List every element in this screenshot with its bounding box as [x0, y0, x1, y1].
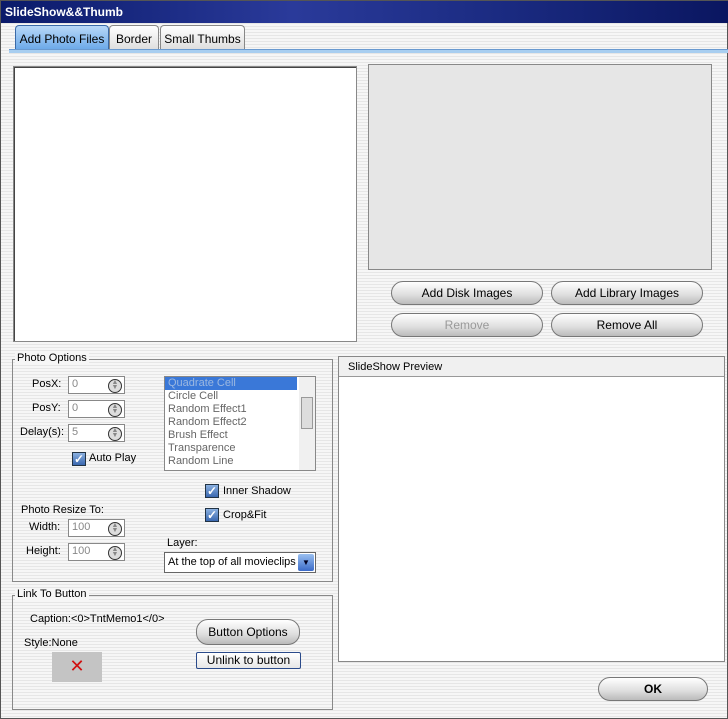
remove-all-button[interactable]: Remove All — [551, 313, 703, 337]
chevron-down-icon[interactable]: ▼ — [298, 554, 314, 571]
tab-add-photo-files[interactable]: Add Photo Files — [15, 25, 109, 50]
posx-value: 0 — [72, 378, 79, 390]
effect-list-scrollbar[interactable] — [299, 377, 315, 470]
height-label: Height: — [26, 545, 61, 557]
inner-shadow-label: Inner Shadow — [223, 485, 291, 497]
layer-value: At the top of all movieclips — [168, 556, 296, 568]
posx-input[interactable]: 0 ▲ ▼ — [68, 376, 125, 394]
posx-spinner[interactable]: ▲ ▼ — [108, 379, 122, 393]
auto-play-label: Auto Play — [89, 452, 137, 464]
ok-button[interactable]: OK — [598, 677, 708, 701]
remove-button[interactable]: Remove — [391, 313, 543, 337]
posy-spinner[interactable]: ▲ ▼ — [108, 403, 122, 417]
delay-spinner[interactable]: ▲ ▼ — [108, 427, 122, 441]
delay-value: 5 — [72, 426, 79, 438]
effect-item[interactable]: Random Effect1 — [165, 403, 315, 416]
resize-label: Photo Resize To: — [21, 504, 104, 516]
tab-small-thumbs[interactable]: Small Thumbs — [160, 25, 245, 50]
tab-strip — [9, 49, 728, 53]
photo-file-list[interactable] — [13, 66, 357, 342]
unlink-button[interactable]: Unlink to button — [196, 652, 301, 669]
width-spinner[interactable]: ▲ ▼ — [108, 522, 122, 536]
width-value: 100 — [72, 521, 91, 533]
effect-item[interactable]: Circle Cell — [165, 390, 315, 403]
posy-label: PosY: — [32, 402, 61, 414]
scrollbar-thumb[interactable] — [301, 397, 313, 429]
crop-fit-checkbox[interactable]: ✓ — [205, 508, 219, 522]
button-options-button[interactable]: Button Options — [196, 619, 300, 645]
delay-input[interactable]: 5 ▲ ▼ — [68, 424, 125, 442]
height-value: 100 — [72, 545, 91, 557]
width-input[interactable]: 100 ▲ ▼ — [68, 519, 125, 537]
effect-item[interactable]: Random Effect2 — [165, 416, 315, 429]
effect-item[interactable]: Random Line — [165, 455, 315, 468]
style-preview-none-icon: ✕ — [52, 652, 102, 682]
caption-text: Caption:<0>TntMemo1</0> — [30, 613, 165, 625]
delay-label: Delay(s): — [20, 426, 65, 438]
layer-label: Layer: — [167, 537, 198, 549]
image-preview-area — [368, 64, 712, 270]
posy-value: 0 — [72, 402, 79, 414]
auto-play-checkbox[interactable]: ✓ — [72, 452, 86, 466]
crop-fit-label: Crop&Fit — [223, 509, 267, 521]
add-disk-images-button[interactable]: Add Disk Images — [391, 281, 543, 305]
height-input[interactable]: 100 ▲ ▼ — [68, 543, 125, 561]
slideshow-preview-title: SlideShow Preview — [339, 357, 724, 377]
title-bar: SlideShow&&Thumb — [1, 1, 728, 23]
height-spinner[interactable]: ▲ ▼ — [108, 546, 122, 560]
tab-border[interactable]: Border — [109, 25, 159, 50]
posx-label: PosX: — [32, 378, 62, 390]
slideshow-preview-panel: SlideShow Preview — [338, 356, 725, 662]
effect-list[interactable]: Quadrate Cell Circle Cell Random Effect1… — [164, 376, 316, 471]
effect-item-selected[interactable]: Quadrate Cell — [165, 377, 297, 390]
style-text: Style:None — [24, 637, 78, 649]
effect-item[interactable]: Transparence — [165, 442, 315, 455]
add-library-images-button[interactable]: Add Library Images — [551, 281, 703, 305]
link-to-button-title: Link To Button — [15, 588, 89, 600]
width-label: Width: — [29, 521, 61, 533]
effect-item[interactable]: Brush Effect — [165, 429, 315, 442]
posy-input[interactable]: 0 ▲ ▼ — [68, 400, 125, 418]
photo-options-title: Photo Options — [15, 352, 89, 364]
inner-shadow-checkbox[interactable]: ✓ — [205, 484, 219, 498]
layer-select[interactable]: At the top of all movieclips ▼ — [164, 552, 316, 573]
